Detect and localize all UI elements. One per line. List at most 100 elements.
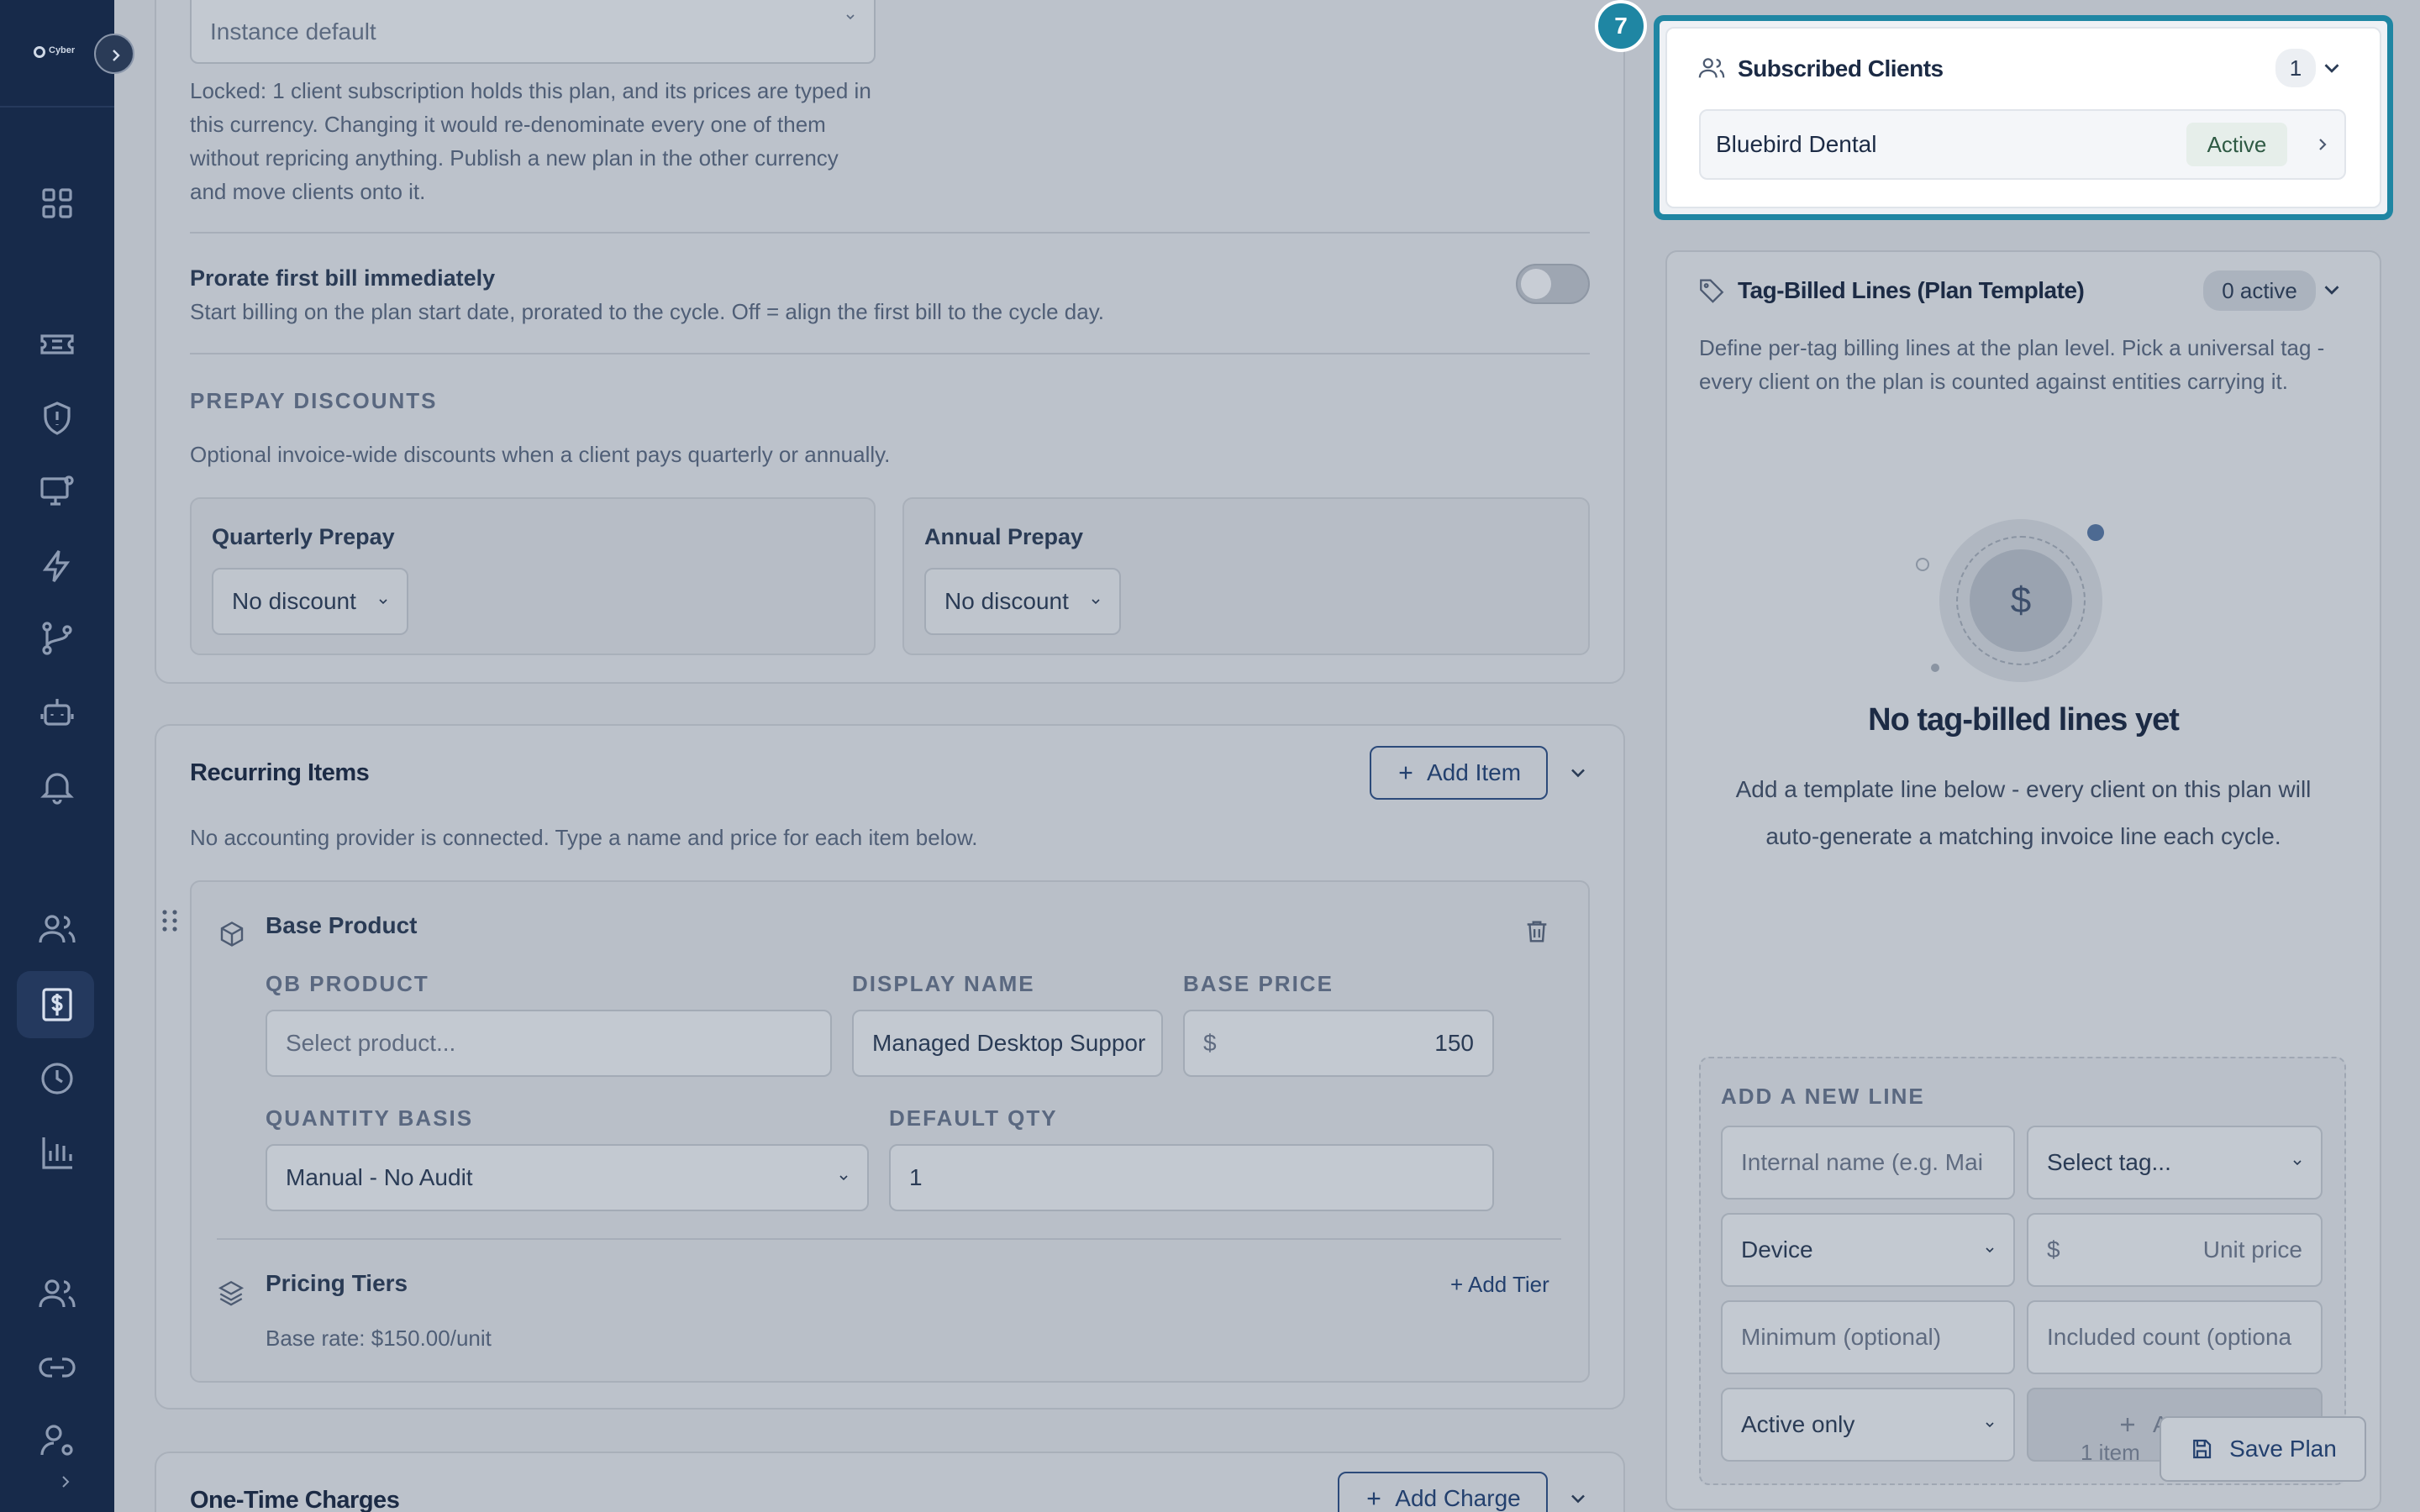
chevron-down-icon	[1571, 1494, 1585, 1504]
default-qty-input[interactable]: 1	[889, 1144, 1494, 1211]
tag-select[interactable]: Select tag...	[2027, 1126, 2323, 1200]
quarterly-prepay-box: Quarterly Prepay No discount	[190, 497, 876, 655]
default-qty-label: DEFAULT QTY	[889, 1105, 1058, 1131]
team-icon[interactable]	[37, 1273, 77, 1314]
bolt-icon[interactable]	[37, 546, 77, 586]
one-time-collapse-chevron[interactable]	[1566, 1487, 1590, 1510]
client-status-badge: Active	[2186, 123, 2287, 166]
delete-item-icon[interactable]	[1523, 917, 1551, 946]
client-name: Bluebird Dental	[1716, 131, 1877, 157]
drag-handle-icon[interactable]	[160, 907, 180, 934]
sidebar: Cyber	[0, 0, 114, 1512]
qb-product-label: QB PRODUCT	[266, 971, 429, 996]
save-icon	[2193, 1439, 2212, 1459]
clients-count-badge: 1	[2275, 49, 2316, 87]
clients-collapse-chevron[interactable]	[2319, 55, 2344, 81]
robot-icon[interactable]	[37, 692, 77, 732]
sidebar-divider	[0, 106, 114, 108]
one-time-charges-title: One-Time Charges	[190, 1487, 400, 1512]
base-price-input[interactable]: $ 150	[1183, 1010, 1494, 1077]
currency-symbol: $	[2047, 1236, 2060, 1263]
annual-prepay-select[interactable]: No discount	[924, 568, 1121, 635]
divider	[190, 232, 1590, 234]
chevron-right-icon	[2319, 139, 2327, 150]
display-name-label: DISPLAY NAME	[852, 971, 1035, 996]
prorate-toggle[interactable]	[1516, 264, 1590, 304]
ticket-icon[interactable]	[37, 324, 77, 365]
plus-icon	[1367, 1492, 1381, 1505]
empty-state-illustration: $	[1939, 519, 2102, 682]
plus-icon	[2121, 1418, 2134, 1431]
layers-icon	[217, 1278, 245, 1307]
pricing-tiers-title: Pricing Tiers	[266, 1270, 408, 1296]
empty-state-title: No tag-billed lines yet	[1868, 702, 2180, 738]
base-rate-text: Base rate: $150.00/unit	[266, 1326, 492, 1351]
branch-icon[interactable]	[37, 618, 77, 659]
chevron-down-icon	[1986, 1422, 1994, 1428]
subscribed-clients-title: Subscribed Clients	[1738, 55, 1944, 81]
prorate-title: Prorate first bill immediately	[190, 265, 496, 291]
sidebar-expand-button[interactable]	[94, 34, 134, 74]
prepay-description: Optional invoice-wide discounts when a c…	[190, 442, 891, 467]
minimum-input[interactable]: Minimum (optional)	[1721, 1300, 2015, 1374]
tag-lines-collapse-chevron[interactable]	[2319, 277, 2344, 302]
quarterly-prepay-label: Quarterly Prepay	[212, 524, 395, 549]
chevron-down-icon	[1571, 769, 1585, 778]
add-charge-button[interactable]: Add Charge	[1338, 1472, 1548, 1512]
tag-icon	[1697, 276, 1726, 304]
tag-lines-title: Tag-Billed Lines (Plan Template)	[1738, 277, 2085, 303]
bell-icon[interactable]	[37, 766, 77, 806]
entity-type-select[interactable]: Device	[1721, 1213, 2015, 1287]
link-icon[interactable]	[37, 1347, 77, 1388]
quarterly-prepay-select[interactable]: No discount	[212, 568, 408, 635]
divider	[217, 1238, 1561, 1240]
chart-icon[interactable]	[37, 1132, 77, 1173]
decorative-dot	[1916, 558, 1929, 571]
annual-prepay-label: Annual Prepay	[924, 524, 1084, 549]
recurring-item-card	[190, 880, 1590, 1383]
add-line-heading: ADD A NEW LINE	[1721, 1084, 1925, 1109]
chevron-down-icon	[2293, 1160, 2302, 1166]
currency-select[interactable]: Instance default	[190, 0, 876, 64]
clock-icon[interactable]	[37, 1058, 77, 1099]
chevron-down-icon	[1986, 1247, 1994, 1253]
quantity-basis-select[interactable]: Manual - No Audit	[266, 1144, 869, 1211]
shield-icon[interactable]	[37, 398, 77, 438]
item-title: Base Product	[266, 912, 418, 938]
tag-lines-active-badge: 0 active	[2203, 270, 2316, 311]
dashboard-icon[interactable]	[37, 183, 77, 223]
qb-product-select[interactable]: Select product...	[266, 1010, 832, 1077]
line-name-input[interactable]: Internal name (e.g. Mai	[1721, 1126, 2015, 1200]
included-count-input[interactable]: Included count (optiona	[2027, 1300, 2323, 1374]
quantity-basis-label: QUANTITY BASIS	[266, 1105, 474, 1131]
add-item-button[interactable]: Add Item	[1370, 746, 1548, 800]
user-settings-icon[interactable]	[37, 1420, 77, 1460]
billing-icon[interactable]	[37, 984, 77, 1025]
status-filter-select[interactable]: Active only	[1721, 1388, 2015, 1462]
display-name-input[interactable]: Managed Desktop Suppor	[852, 1010, 1163, 1077]
logo-mark-icon	[34, 46, 45, 58]
accounting-note: No accounting provider is connected. Typ…	[190, 825, 978, 850]
chevron-down-icon	[379, 599, 387, 605]
app-logo[interactable]: Cyber	[30, 44, 82, 60]
add-tier-link[interactable]: + Add Tier	[1450, 1272, 1549, 1298]
users-icon	[1697, 54, 1726, 82]
sidebar-collapse-icon[interactable]	[55, 1472, 76, 1492]
users-icon[interactable]	[37, 909, 77, 949]
divider	[190, 353, 1590, 354]
base-price-label: BASE PRICE	[1183, 971, 1334, 996]
save-plan-button[interactable]: Save Plan	[2160, 1416, 2366, 1482]
currency-select-value: Instance default	[210, 18, 376, 45]
unit-price-input[interactable]: $ Unit price	[2027, 1213, 2323, 1287]
base-price-value: 150	[1434, 1030, 1474, 1056]
currency-locked-note: Locked: 1 client subscription holds this…	[190, 78, 871, 204]
client-row[interactable]: Bluebird Dental Active	[1699, 109, 2346, 180]
monitor-icon[interactable]	[37, 470, 77, 511]
prorate-description: Start billing on the plan start date, pr…	[190, 299, 1105, 324]
tag-lines-description: Define per-tag billing lines at the plan…	[1699, 335, 2325, 394]
recurring-collapse-chevron[interactable]	[1566, 761, 1590, 785]
plus-icon	[1399, 766, 1413, 780]
logo-text: Cyber	[49, 45, 76, 55]
annual-prepay-box: Annual Prepay No discount	[902, 497, 1590, 655]
currency-symbol: $	[1203, 1030, 1217, 1056]
